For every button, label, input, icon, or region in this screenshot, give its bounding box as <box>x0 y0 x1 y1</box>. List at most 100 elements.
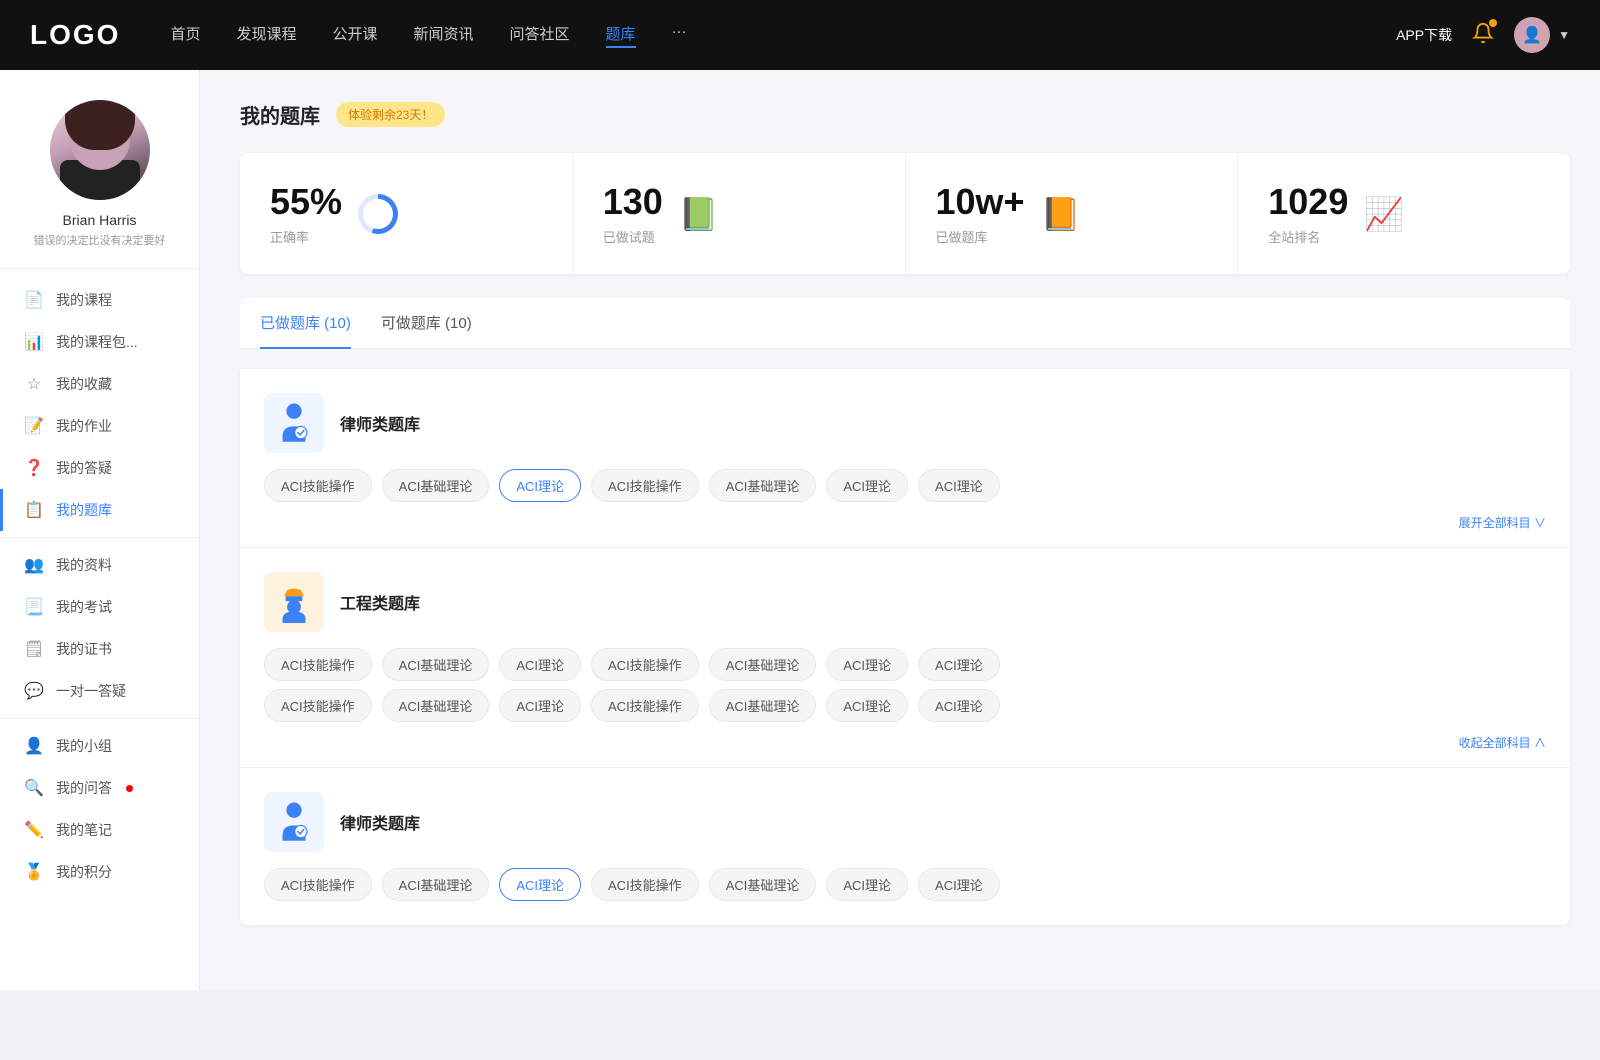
app-download-button[interactable]: APP下载 <box>1396 25 1452 45</box>
tag-aci-base-1[interactable]: ACI基础理论 <box>709 469 817 502</box>
edit-icon: 📝 <box>24 416 44 436</box>
sidebar-divider-2 <box>0 718 199 719</box>
sidebar-item-my-points[interactable]: 🏅 我的积分 <box>0 851 199 893</box>
eng-tag-r2-3[interactable]: ACI理论 <box>499 689 581 722</box>
page-title: 我的题库 <box>240 100 320 129</box>
sidebar-item-my-favorites[interactable]: ☆ 我的收藏 <box>0 363 199 405</box>
sidebar: Brian Harris 错误的决定比没有决定要好 📄 我的课程 📊 我的课程包… <box>0 70 200 990</box>
law-bank-1-expand[interactable]: 展开全部科目 ∨ <box>264 510 1546 531</box>
nav-qa[interactable]: 问答社区 <box>510 23 570 48</box>
lawyer-icon <box>273 402 315 444</box>
user-avatar-wrap[interactable]: 👤 ▼ <box>1514 17 1570 53</box>
nav-more[interactable]: ··· <box>672 23 687 48</box>
stat-done-banks-value: 10w+ <box>936 181 1025 223</box>
law-bank-1-header: 律师类题库 <box>264 393 1546 453</box>
question-icon: ❓ <box>24 458 44 478</box>
nav-open-course[interactable]: 公开课 <box>332 23 377 48</box>
tag-aci-th-1[interactable]: ACI理论 <box>826 469 908 502</box>
law2-tag-1[interactable]: ACI技能操作 <box>264 868 372 901</box>
eng-tag-4[interactable]: ACI技能操作 <box>591 648 699 681</box>
eng-tag-2[interactable]: ACI基础理论 <box>382 648 490 681</box>
accuracy-pie-chart <box>358 194 398 234</box>
tag-aci-ops-1[interactable]: ACI技能操作 <box>264 469 372 502</box>
trial-badge: 体验剩余23天！ <box>336 102 445 127</box>
answers-icon: 🔍 <box>24 778 44 798</box>
stat-done-q-value: 130 <box>603 181 663 223</box>
eng-tag-5[interactable]: ACI基础理论 <box>709 648 817 681</box>
eng-tag-r2-7[interactable]: ACI理论 <box>918 689 1000 722</box>
eng-tag-1[interactable]: ACI技能操作 <box>264 648 372 681</box>
navbar: LOGO 首页 发现课程 公开课 新闻资讯 问答社区 题库 ··· APP下载 … <box>0 0 1600 70</box>
document-icon: 📄 <box>24 290 44 310</box>
eng-tag-6[interactable]: ACI理论 <box>826 648 908 681</box>
group-icon: 👤 <box>24 736 44 756</box>
eng-tag-r2-2[interactable]: ACI基础理论 <box>382 689 490 722</box>
chevron-down-icon: ▼ <box>1558 28 1570 42</box>
law-bank-1-title: 律师类题库 <box>340 411 420 435</box>
tag-aci-ops-2[interactable]: ACI技能操作 <box>591 469 699 502</box>
profile-icon: 👥 <box>24 555 44 575</box>
law2-tag-6[interactable]: ACI理论 <box>918 868 1000 901</box>
sidebar-item-my-course-pack[interactable]: 📊 我的课程包... <box>0 321 199 363</box>
notification-bell[interactable] <box>1472 22 1494 49</box>
lawyer2-icon <box>273 801 315 843</box>
tag-aci-active[interactable]: ACI理论 <box>499 469 581 502</box>
stat-accuracy-value: 55% <box>270 181 342 223</box>
sidebar-menu: 📄 我的课程 📊 我的课程包... ☆ 我的收藏 📝 我的作业 ❓ 我的答疑 📋 <box>0 269 199 903</box>
sidebar-item-my-profile[interactable]: 👥 我的资料 <box>0 544 199 586</box>
law2-tag-4[interactable]: ACI基础理论 <box>709 868 817 901</box>
law2-tag-active[interactable]: ACI理论 <box>499 868 581 901</box>
law2-tag-3[interactable]: ACI技能操作 <box>591 868 699 901</box>
law2-tag-5[interactable]: ACI理论 <box>826 868 908 901</box>
tag-aci-theory-1[interactable]: ACI基础理论 <box>382 469 490 502</box>
notification-dot <box>1489 19 1497 27</box>
sidebar-item-my-course[interactable]: 📄 我的课程 <box>0 279 199 321</box>
chat-icon: 💬 <box>24 681 44 701</box>
bank-icon: 📋 <box>24 500 44 520</box>
eng-tag-r2-4[interactable]: ACI技能操作 <box>591 689 699 722</box>
law-bank-2: 律师类题库 ACI技能操作 ACI基础理论 ACI理论 ACI技能操作 ACI基… <box>240 768 1570 925</box>
eng-tag-7[interactable]: ACI理论 <box>918 648 1000 681</box>
law-bank-2-title: 律师类题库 <box>340 810 420 834</box>
eng-tag-3[interactable]: ACI理论 <box>499 648 581 681</box>
sidebar-item-my-exam[interactable]: 📃 我的考试 <box>0 586 199 628</box>
eng-bank-tags-row2: ACI技能操作 ACI基础理论 ACI理论 ACI技能操作 ACI基础理论 AC… <box>264 689 1546 722</box>
engineer-icon <box>273 581 315 623</box>
sidebar-item-my-group[interactable]: 👤 我的小组 <box>0 725 199 767</box>
stat-done-questions: 130 已做试题 📗 <box>573 153 906 274</box>
nav-news[interactable]: 新闻资讯 <box>414 23 474 48</box>
answers-dot <box>126 785 133 792</box>
logo: LOGO <box>30 19 120 51</box>
notes-icon: ✏️ <box>24 820 44 840</box>
stat-accuracy-label: 正确率 <box>270 227 342 246</box>
eng-tag-r2-5[interactable]: ACI基础理论 <box>709 689 817 722</box>
user-avatar: 👤 <box>1514 17 1550 53</box>
stat-accuracy: 55% 正确率 <box>240 153 573 274</box>
sidebar-divider-1 <box>0 537 199 538</box>
stat-done-banks: 10w+ 已做题库 📙 <box>906 153 1239 274</box>
lawyer-icon-wrap <box>264 393 324 453</box>
tab-done-banks[interactable]: 已做题库 (10) <box>260 298 351 349</box>
stat-done-q-text: 130 已做试题 <box>603 181 663 246</box>
tab-available-banks[interactable]: 可做题库 (10) <box>381 298 472 349</box>
sidebar-item-my-qa[interactable]: ❓ 我的答疑 <box>0 447 199 489</box>
law-bank-1-tags: ACI技能操作 ACI基础理论 ACI理论 ACI技能操作 ACI基础理论 AC… <box>264 469 1546 502</box>
sidebar-item-my-notes[interactable]: ✏️ 我的笔记 <box>0 809 199 851</box>
sidebar-item-one-on-one[interactable]: 💬 一对一答疑 <box>0 670 199 712</box>
star-icon: ☆ <box>24 374 44 394</box>
eng-tag-r2-1[interactable]: ACI技能操作 <box>264 689 372 722</box>
nav-discover[interactable]: 发现课程 <box>236 23 296 48</box>
eng-bank-collapse[interactable]: 收起全部科目 ∧ <box>264 730 1546 751</box>
sidebar-item-my-answers[interactable]: 🔍 我的问答 <box>0 767 199 809</box>
nav-home[interactable]: 首页 <box>170 23 200 48</box>
tag-aci-th-2[interactable]: ACI理论 <box>918 469 1000 502</box>
nav-bank[interactable]: 题库 <box>606 23 636 48</box>
sidebar-item-my-homework[interactable]: 📝 我的作业 <box>0 405 199 447</box>
profile-motto: 错误的决定比没有决定要好 <box>34 232 166 248</box>
chart-icon: 📊 <box>24 332 44 352</box>
law2-tag-2[interactable]: ACI基础理论 <box>382 868 490 901</box>
exam-icon: 📃 <box>24 597 44 617</box>
sidebar-item-my-cert[interactable]: 🗒 我的证书 <box>0 628 199 670</box>
sidebar-item-my-bank[interactable]: 📋 我的题库 <box>0 489 199 531</box>
eng-tag-r2-6[interactable]: ACI理论 <box>826 689 908 722</box>
